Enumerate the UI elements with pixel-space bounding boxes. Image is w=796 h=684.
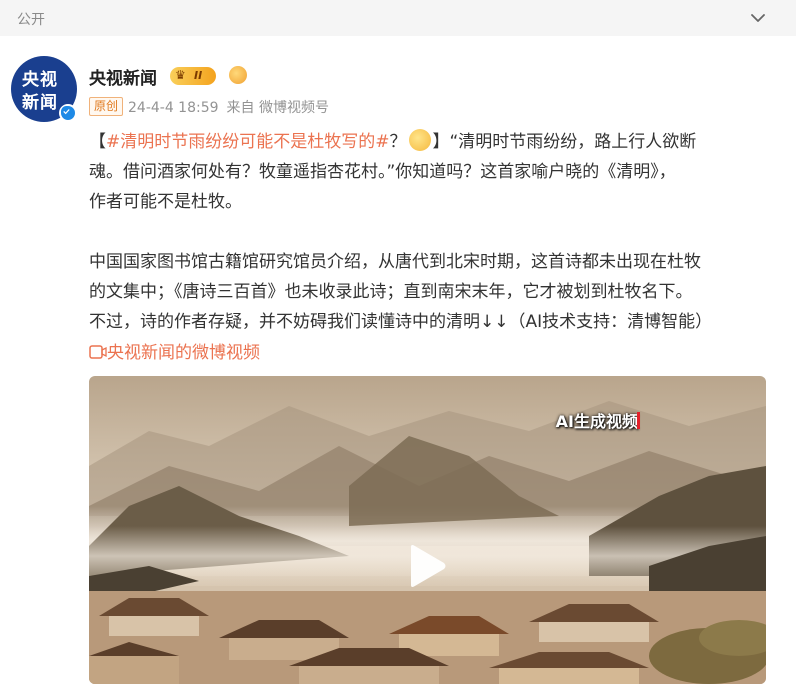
chevron-down-icon[interactable] (748, 8, 768, 28)
bracket-open: 【 (89, 132, 106, 152)
post-text-line-4: 中国国家图书馆古籍馆研究馆员介绍，从唐代到北宋时期，这首诗都未出现在杜牧 (89, 252, 701, 272)
visibility-label: 公开 (17, 12, 45, 28)
vip-badge[interactable]: ♛ II (170, 67, 216, 85)
visibility-bar: 公开 (0, 0, 796, 36)
avatar-text-top: 央视 (22, 70, 58, 90)
video-icon (89, 345, 107, 359)
vip-level: II (194, 69, 203, 82)
caption-accent-bar (637, 412, 640, 429)
topic-link[interactable]: #清明时节雨纷纷可能不是杜牧写的# (106, 132, 390, 152)
video-link[interactable]: 央视新闻的微博视频 (89, 338, 260, 363)
post-text-line-5: 的文集中；《唐诗三百首》也未收录此诗；直到南宋末年，它才被划到杜牧名下。 (89, 282, 693, 302)
post-meta: 24-4-4 18:59 来自 微博视频号 (128, 97, 329, 117)
original-tag: 原创 (89, 97, 124, 116)
ai-generated-caption: AI生成视频 (555, 412, 638, 431)
crown-icon: ♛ (175, 68, 186, 82)
post-text-line-3: 作者可能不是杜牧。 (89, 192, 242, 212)
emoji-icon[interactable] (229, 66, 247, 84)
verified-icon (59, 104, 77, 122)
line1-after: 】“清明时节雨纷纷，路上行人欲断 (432, 132, 697, 152)
author-name[interactable]: 央视新闻 (89, 64, 157, 89)
video-link-label: 央视新闻的微博视频 (107, 343, 260, 363)
video-thumbnail (89, 376, 766, 684)
post-text-line-6: 不过，诗的作者存疑，并不妨碍我们读懂诗中的清明↓↓（AI技术支持：清博智能） (89, 312, 713, 332)
timestamp[interactable]: 24-4-4 18:59 (128, 100, 219, 116)
source-label: 来自 微博视频号 (226, 100, 329, 116)
post-text-line-1: 【#清明时节雨纷纷可能不是杜牧写的#？ 】“清明时节雨纷纷，路上行人欲断 (89, 127, 779, 157)
play-icon[interactable] (407, 544, 447, 588)
avatar-text-bottom: 新闻 (22, 93, 58, 113)
emoji-icon (408, 129, 431, 151)
question-mark: ？ (389, 132, 407, 152)
video-player[interactable]: AI生成视频 (89, 376, 766, 684)
post-text-line-2: 魂。借问酒家何处有？牧童遥指杏花村。”你知道吗？这首家喻户晓的《清明》， (89, 162, 676, 182)
